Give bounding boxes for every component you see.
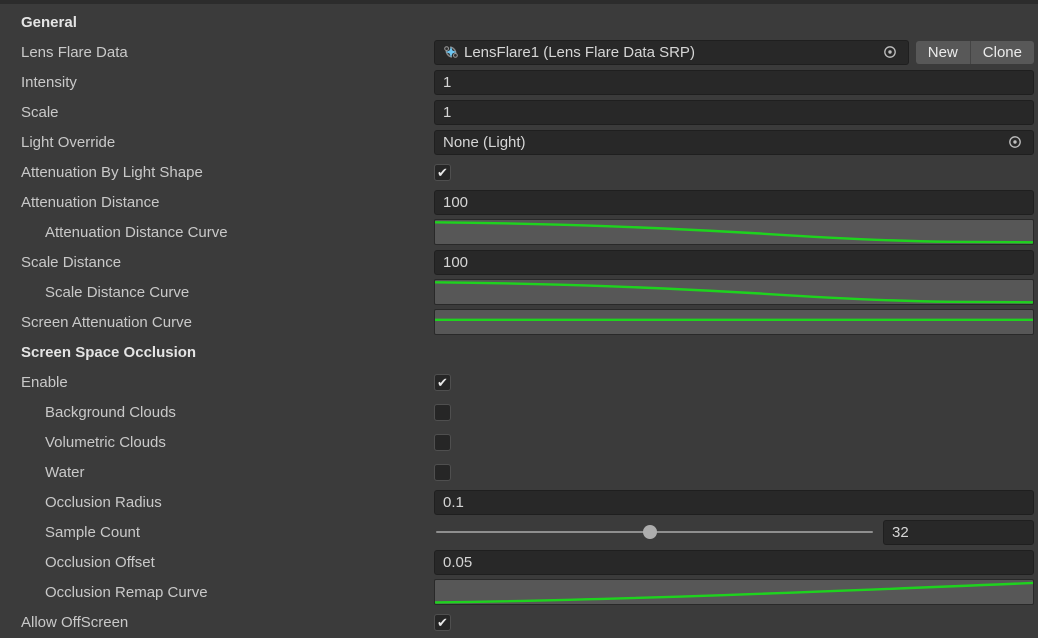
attenuation-by-light-shape-checkbox[interactable]: ✔ bbox=[434, 164, 451, 181]
row-attenuation-distance-curve: Attenuation Distance Curve bbox=[0, 217, 1038, 247]
attenuation-distance-curve-curve-field[interactable] bbox=[434, 219, 1034, 245]
value-attenuation-distance: 100 bbox=[434, 187, 1034, 217]
field-label-enable: Enable bbox=[0, 374, 434, 391]
value-scale-distance: 100 bbox=[434, 247, 1034, 277]
scale-field[interactable]: 1 bbox=[434, 100, 1034, 125]
lens-flare-data-object-field[interactable]: LensFlare1 (Lens Flare Data SRP) bbox=[434, 40, 909, 65]
inspector-lens-flare-panel: GeneralLens Flare DataLensFlare1 (Lens F… bbox=[0, 0, 1038, 638]
row-screen-space-occlusion: Screen Space Occlusion bbox=[0, 337, 1038, 367]
checkmark-icon: ✔ bbox=[437, 376, 448, 389]
object-picker-icon[interactable] bbox=[1005, 131, 1025, 154]
enable-checkbox[interactable]: ✔ bbox=[434, 374, 451, 391]
row-occlusion-offset: Occlusion Offset0.05 bbox=[0, 547, 1038, 577]
value-occlusion-radius: 0.1 bbox=[434, 487, 1034, 517]
water-checkbox[interactable] bbox=[434, 464, 451, 481]
row-scale: Scale1 bbox=[0, 97, 1038, 127]
screen-attenuation-curve-curve-field[interactable] bbox=[434, 309, 1034, 335]
occlusion-remap-curve-curve-field[interactable] bbox=[434, 579, 1034, 605]
row-sample-count: Sample Count 32 bbox=[0, 517, 1038, 547]
value-lens-flare-data: LensFlare1 (Lens Flare Data SRP) NewClone bbox=[434, 37, 1034, 67]
checkmark-icon: ✔ bbox=[437, 166, 448, 179]
field-label-attenuation-distance-curve: Attenuation Distance Curve bbox=[0, 224, 434, 241]
lens-flare-icon bbox=[443, 44, 459, 60]
object-picker-icon[interactable] bbox=[880, 41, 900, 64]
checkmark-icon: ✔ bbox=[437, 616, 448, 629]
value-attenuation-by-light-shape: ✔ bbox=[434, 157, 1034, 187]
row-occlusion-remap-curve: Occlusion Remap Curve bbox=[0, 577, 1038, 607]
field-label-light-override: Light Override bbox=[0, 134, 434, 151]
value-occlusion-offset: 0.05 bbox=[434, 547, 1034, 577]
attenuation-distance-field[interactable]: 100 bbox=[434, 190, 1034, 215]
value-occlusion-remap-curve bbox=[434, 577, 1034, 607]
sample-count-slider[interactable] bbox=[434, 517, 875, 547]
field-label-scale-distance: Scale Distance bbox=[0, 254, 434, 271]
value-water bbox=[434, 457, 1034, 487]
value-volumetric-clouds bbox=[434, 427, 1034, 457]
field-label-attenuation-distance: Attenuation Distance bbox=[0, 194, 434, 211]
value-allow-offscreen: ✔ bbox=[434, 607, 1034, 637]
light-override-object-name: None (Light) bbox=[443, 134, 526, 151]
value-scale-distance-curve bbox=[434, 277, 1034, 307]
field-label-scale-distance-curve: Scale Distance Curve bbox=[0, 284, 434, 301]
field-label-sample-count: Sample Count bbox=[0, 524, 434, 541]
row-occlusion-radius: Occlusion Radius0.1 bbox=[0, 487, 1038, 517]
value-intensity: 1 bbox=[434, 67, 1034, 97]
row-lens-flare-data: Lens Flare DataLensFlare1 (Lens Flare Da… bbox=[0, 37, 1038, 67]
allow-offscreen-checkbox[interactable]: ✔ bbox=[434, 614, 451, 631]
row-volumetric-clouds: Volumetric Clouds bbox=[0, 427, 1038, 457]
field-label-lens-flare-data: Lens Flare Data bbox=[0, 44, 434, 61]
field-label-screen-attenuation-curve: Screen Attenuation Curve bbox=[0, 314, 434, 331]
section-header-screen-space-occlusion: Screen Space Occlusion bbox=[0, 344, 434, 361]
scale-distance-curve-curve-field[interactable] bbox=[434, 279, 1034, 305]
row-scale-distance: Scale Distance100 bbox=[0, 247, 1038, 277]
field-label-intensity: Intensity bbox=[0, 74, 434, 91]
sample-count-value-box: 32 bbox=[883, 520, 1034, 545]
row-general: General bbox=[0, 7, 1038, 37]
background-clouds-checkbox[interactable] bbox=[434, 404, 451, 421]
row-allow-offscreen: Allow OffScreen✔ bbox=[0, 607, 1038, 637]
section-header-general: General bbox=[0, 14, 434, 31]
intensity-field[interactable]: 1 bbox=[434, 70, 1034, 95]
field-label-water: Water bbox=[0, 464, 434, 481]
occlusion-offset-field[interactable]: 0.05 bbox=[434, 550, 1034, 575]
value-sample-count: 32 bbox=[434, 517, 1034, 547]
row-enable: Enable✔ bbox=[0, 367, 1038, 397]
value-background-clouds bbox=[434, 397, 1034, 427]
field-label-allow-offscreen: Allow OffScreen bbox=[0, 614, 434, 631]
field-label-attenuation-by-light-shape: Attenuation By Light Shape bbox=[0, 164, 434, 181]
value-enable: ✔ bbox=[434, 367, 1034, 397]
sample-count-slider-thumb[interactable] bbox=[643, 525, 657, 539]
field-label-occlusion-offset: Occlusion Offset bbox=[0, 554, 434, 571]
row-attenuation-distance: Attenuation Distance100 bbox=[0, 187, 1038, 217]
row-background-clouds: Background Clouds bbox=[0, 397, 1038, 427]
occlusion-radius-field[interactable]: 0.1 bbox=[434, 490, 1034, 515]
row-scale-distance-curve: Scale Distance Curve bbox=[0, 277, 1038, 307]
inspector-rows: GeneralLens Flare DataLensFlare1 (Lens F… bbox=[0, 7, 1038, 637]
lens-flare-data-object-name: LensFlare1 (Lens Flare Data SRP) bbox=[464, 44, 695, 61]
field-label-occlusion-remap-curve: Occlusion Remap Curve bbox=[0, 584, 434, 601]
sample-count-value-field[interactable]: 32 bbox=[883, 520, 1034, 545]
field-label-volumetric-clouds: Volumetric Clouds bbox=[0, 434, 434, 451]
field-label-occlusion-radius: Occlusion Radius bbox=[0, 494, 434, 511]
row-screen-attenuation-curve: Screen Attenuation Curve bbox=[0, 307, 1038, 337]
field-label-background-clouds: Background Clouds bbox=[0, 404, 434, 421]
clone-button[interactable]: Clone bbox=[970, 41, 1034, 64]
field-label-scale: Scale bbox=[0, 104, 434, 121]
row-attenuation-by-light-shape: Attenuation By Light Shape✔ bbox=[0, 157, 1038, 187]
scale-distance-field[interactable]: 100 bbox=[434, 250, 1034, 275]
value-scale: 1 bbox=[434, 97, 1034, 127]
light-override-object-field[interactable]: None (Light) bbox=[434, 130, 1034, 155]
row-light-override: Light Override None (Light) bbox=[0, 127, 1038, 157]
row-water: Water bbox=[0, 457, 1038, 487]
row-intensity: Intensity1 bbox=[0, 67, 1038, 97]
value-screen-attenuation-curve bbox=[434, 307, 1034, 337]
value-attenuation-distance-curve bbox=[434, 217, 1034, 247]
new-button[interactable]: New bbox=[916, 41, 970, 64]
value-light-override: None (Light) bbox=[434, 127, 1034, 157]
volumetric-clouds-checkbox[interactable] bbox=[434, 434, 451, 451]
lens-flare-data-buttons: NewClone bbox=[916, 41, 1034, 64]
